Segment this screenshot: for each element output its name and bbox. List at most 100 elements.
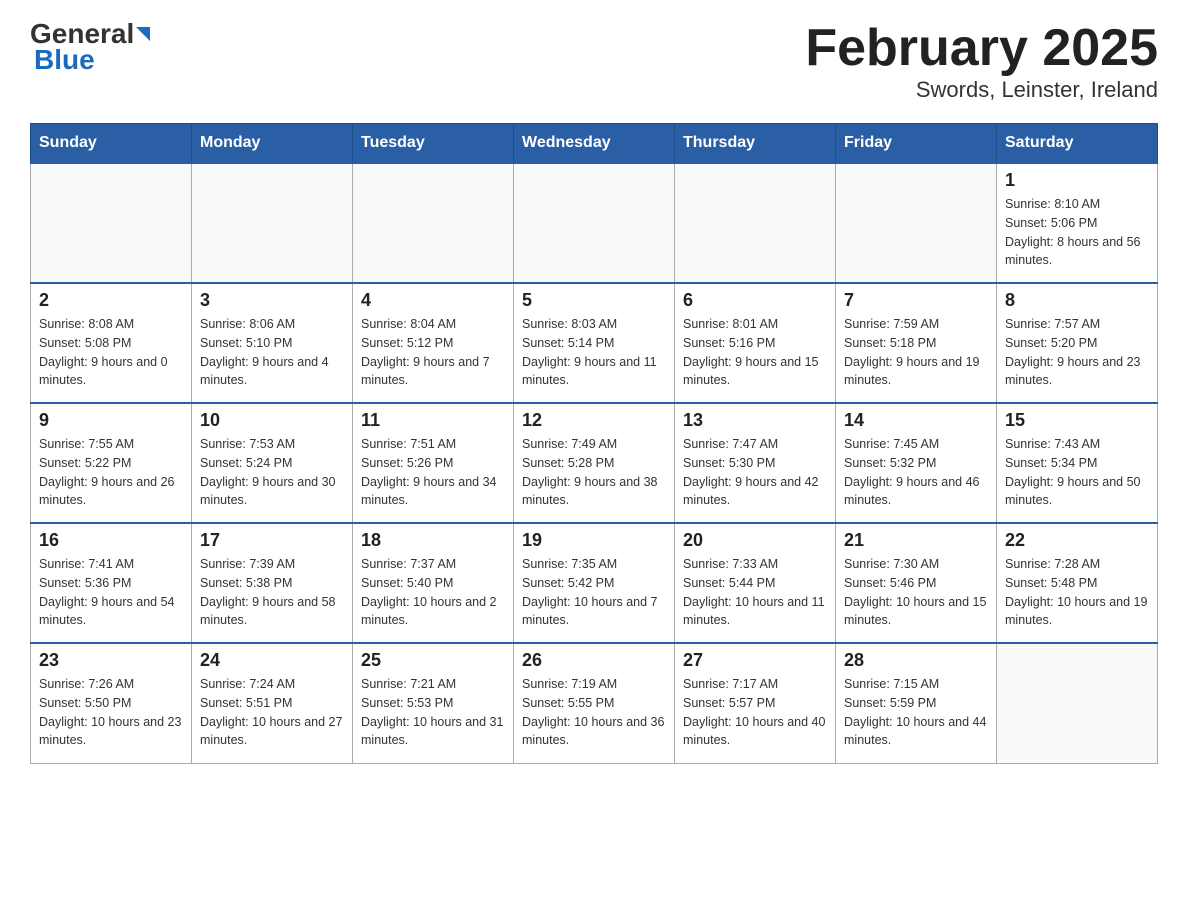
day-number: 7	[844, 290, 988, 311]
day-info: Sunrise: 7:35 AM Sunset: 5:42 PM Dayligh…	[522, 555, 666, 630]
calendar-cell: 21 Sunrise: 7:30 AM Sunset: 5:46 PM Dayli…	[836, 523, 997, 643]
day-info: Sunrise: 8:08 AM Sunset: 5:08 PM Dayligh…	[39, 315, 183, 390]
calendar-cell: 15 Sunrise: 7:43 AM Sunset: 5:34 PM Dayli…	[997, 403, 1158, 523]
day-number: 9	[39, 410, 183, 431]
calendar-cell: 9Sunrise: 7:55 AM Sunset: 5:22 PM Daylig…	[31, 403, 192, 523]
calendar-cell: 18 Sunrise: 7:37 AM Sunset: 5:40 PM Dayli…	[353, 523, 514, 643]
col-tuesday: Tuesday	[353, 124, 514, 164]
col-wednesday: Wednesday	[514, 124, 675, 164]
day-number: 11	[361, 410, 505, 431]
calendar-cell: 24Sunrise: 7:24 AM Sunset: 5:51 PM Dayli…	[192, 643, 353, 763]
calendar-cell: 7 Sunrise: 7:59 AM Sunset: 5:18 PM Daylig…	[836, 283, 997, 403]
logo-arrow-icon	[136, 27, 150, 41]
col-sunday: Sunday	[31, 124, 192, 164]
day-info: Sunrise: 7:59 AM Sunset: 5:18 PM Dayligh…	[844, 315, 988, 390]
week-row-2: 2 Sunrise: 8:08 AM Sunset: 5:08 PM Daylig…	[31, 283, 1158, 403]
day-number: 17	[200, 530, 344, 551]
day-info: Sunrise: 8:03 AM Sunset: 5:14 PM Dayligh…	[522, 315, 666, 390]
week-row-1: 1 Sunrise: 8:10 AM Sunset: 5:06 PM Daylig…	[31, 163, 1158, 283]
day-info: Sunrise: 7:21 AM Sunset: 5:53 PM Dayligh…	[361, 675, 505, 750]
logo: General Blue	[30, 20, 150, 76]
page-title: February 2025	[805, 20, 1158, 77]
day-number: 28	[844, 650, 988, 671]
page-header: General Blue February 2025 Swords, Leins…	[30, 20, 1158, 103]
day-info: Sunrise: 7:45 AM Sunset: 5:32 PM Dayligh…	[844, 435, 988, 510]
calendar-cell: 4Sunrise: 8:04 AM Sunset: 5:12 PM Daylig…	[353, 283, 514, 403]
col-thursday: Thursday	[675, 124, 836, 164]
day-number: 8	[1005, 290, 1149, 311]
day-number: 15	[1005, 410, 1149, 431]
day-number: 24	[200, 650, 344, 671]
day-number: 21	[844, 530, 988, 551]
week-row-5: 23 Sunrise: 7:26 AM Sunset: 5:50 PM Dayli…	[31, 643, 1158, 763]
day-number: 23	[39, 650, 183, 671]
calendar-cell: 14 Sunrise: 7:45 AM Sunset: 5:32 PM Dayli…	[836, 403, 997, 523]
calendar-cell: 2 Sunrise: 8:08 AM Sunset: 5:08 PM Daylig…	[31, 283, 192, 403]
day-number: 20	[683, 530, 827, 551]
day-info: Sunrise: 7:51 AM Sunset: 5:26 PM Dayligh…	[361, 435, 505, 510]
calendar-cell	[836, 163, 997, 283]
col-saturday: Saturday	[997, 124, 1158, 164]
calendar-cell	[675, 163, 836, 283]
calendar-cell: 26 Sunrise: 7:19 AM Sunset: 5:55 PM Dayli…	[514, 643, 675, 763]
calendar-cell: 6Sunrise: 8:01 AM Sunset: 5:16 PM Daylig…	[675, 283, 836, 403]
week-row-4: 16 Sunrise: 7:41 AM Sunset: 5:36 PM Dayli…	[31, 523, 1158, 643]
calendar-cell: 19 Sunrise: 7:35 AM Sunset: 5:42 PM Dayli…	[514, 523, 675, 643]
calendar-cell: 11 Sunrise: 7:51 AM Sunset: 5:26 PM Dayli…	[353, 403, 514, 523]
day-info: Sunrise: 7:28 AM Sunset: 5:48 PM Dayligh…	[1005, 555, 1149, 630]
calendar-cell: 12Sunrise: 7:49 AM Sunset: 5:28 PM Dayli…	[514, 403, 675, 523]
calendar-cell: 3Sunrise: 8:06 AM Sunset: 5:10 PM Daylig…	[192, 283, 353, 403]
title-block: February 2025 Swords, Leinster, Ireland	[805, 20, 1158, 103]
day-number: 27	[683, 650, 827, 671]
day-info: Sunrise: 7:49 AM Sunset: 5:28 PM Dayligh…	[522, 435, 666, 510]
day-number: 5	[522, 290, 666, 311]
day-number: 22	[1005, 530, 1149, 551]
logo-sub-text: Blue	[30, 44, 95, 76]
page-subtitle: Swords, Leinster, Ireland	[805, 77, 1158, 103]
day-number: 14	[844, 410, 988, 431]
day-number: 13	[683, 410, 827, 431]
day-info: Sunrise: 8:10 AM Sunset: 5:06 PM Dayligh…	[1005, 195, 1149, 270]
day-info: Sunrise: 7:26 AM Sunset: 5:50 PM Dayligh…	[39, 675, 183, 750]
calendar-cell	[192, 163, 353, 283]
calendar-cell: 5 Sunrise: 8:03 AM Sunset: 5:14 PM Daylig…	[514, 283, 675, 403]
day-number: 18	[361, 530, 505, 551]
col-friday: Friday	[836, 124, 997, 164]
day-number: 16	[39, 530, 183, 551]
calendar-cell: 17Sunrise: 7:39 AM Sunset: 5:38 PM Dayli…	[192, 523, 353, 643]
calendar-cell: 22 Sunrise: 7:28 AM Sunset: 5:48 PM Dayli…	[997, 523, 1158, 643]
calendar-cell	[31, 163, 192, 283]
calendar-cell: 13 Sunrise: 7:47 AM Sunset: 5:30 PM Dayli…	[675, 403, 836, 523]
col-monday: Monday	[192, 124, 353, 164]
day-number: 4	[361, 290, 505, 311]
day-info: Sunrise: 7:33 AM Sunset: 5:44 PM Dayligh…	[683, 555, 827, 630]
calendar-cell	[353, 163, 514, 283]
day-info: Sunrise: 7:53 AM Sunset: 5:24 PM Dayligh…	[200, 435, 344, 510]
day-number: 10	[200, 410, 344, 431]
day-info: Sunrise: 7:57 AM Sunset: 5:20 PM Dayligh…	[1005, 315, 1149, 390]
calendar-cell: 28Sunrise: 7:15 AM Sunset: 5:59 PM Dayli…	[836, 643, 997, 763]
day-info: Sunrise: 7:37 AM Sunset: 5:40 PM Dayligh…	[361, 555, 505, 630]
day-number: 1	[1005, 170, 1149, 191]
day-info: Sunrise: 7:43 AM Sunset: 5:34 PM Dayligh…	[1005, 435, 1149, 510]
day-info: Sunrise: 7:30 AM Sunset: 5:46 PM Dayligh…	[844, 555, 988, 630]
day-info: Sunrise: 7:19 AM Sunset: 5:55 PM Dayligh…	[522, 675, 666, 750]
day-info: Sunrise: 7:41 AM Sunset: 5:36 PM Dayligh…	[39, 555, 183, 630]
calendar-cell: 16 Sunrise: 7:41 AM Sunset: 5:36 PM Dayli…	[31, 523, 192, 643]
calendar-cell: 20 Sunrise: 7:33 AM Sunset: 5:44 PM Dayli…	[675, 523, 836, 643]
day-number: 2	[39, 290, 183, 311]
calendar-cell: 25 Sunrise: 7:21 AM Sunset: 5:53 PM Dayli…	[353, 643, 514, 763]
day-number: 3	[200, 290, 344, 311]
day-info: Sunrise: 7:47 AM Sunset: 5:30 PM Dayligh…	[683, 435, 827, 510]
calendar-cell: 1 Sunrise: 8:10 AM Sunset: 5:06 PM Daylig…	[997, 163, 1158, 283]
day-number: 19	[522, 530, 666, 551]
day-info: Sunrise: 8:01 AM Sunset: 5:16 PM Dayligh…	[683, 315, 827, 390]
calendar-header-row: Sunday Monday Tuesday Wednesday Thursday…	[31, 124, 1158, 164]
day-number: 25	[361, 650, 505, 671]
day-info: Sunrise: 7:17 AM Sunset: 5:57 PM Dayligh…	[683, 675, 827, 750]
calendar-table: Sunday Monday Tuesday Wednesday Thursday…	[30, 123, 1158, 764]
week-row-3: 9Sunrise: 7:55 AM Sunset: 5:22 PM Daylig…	[31, 403, 1158, 523]
calendar-cell: 23 Sunrise: 7:26 AM Sunset: 5:50 PM Dayli…	[31, 643, 192, 763]
calendar-cell	[997, 643, 1158, 763]
day-number: 26	[522, 650, 666, 671]
